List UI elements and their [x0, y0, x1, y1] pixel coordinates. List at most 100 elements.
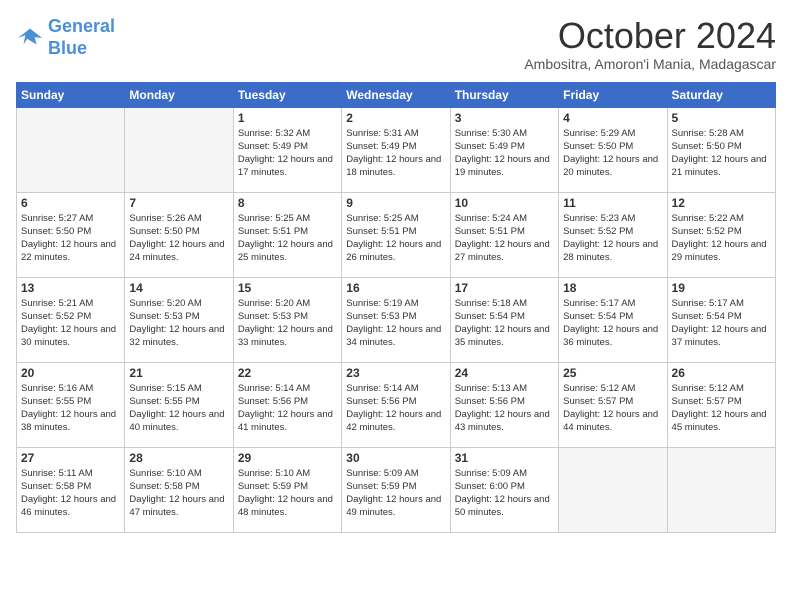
calendar-cell: 18 Sunrise: 5:17 AM Sunset: 5:54 PM Dayli… [559, 277, 667, 362]
calendar-cell: 24 Sunrise: 5:13 AM Sunset: 5:56 PM Dayli… [450, 362, 558, 447]
calendar-cell: 10Sunrise: 5:24 AM Sunset: 5:51 PM Dayli… [450, 192, 558, 277]
day-info: Sunrise: 5:23 AM Sunset: 5:52 PM Dayligh… [563, 212, 662, 265]
day-number: 18 [563, 281, 662, 295]
day-number: 25 [563, 366, 662, 380]
day-number: 24 [455, 366, 554, 380]
day-info: Sunrise: 5:26 AM Sunset: 5:50 PM Dayligh… [129, 212, 228, 265]
logo-text: General Blue [48, 16, 115, 59]
calendar-cell: 16 Sunrise: 5:19 AM Sunset: 5:53 PM Dayli… [342, 277, 450, 362]
calendar-cell: 19 Sunrise: 5:17 AM Sunset: 5:54 PM Dayli… [667, 277, 775, 362]
calendar-header-wednesday: Wednesday [342, 82, 450, 107]
calendar-cell [559, 447, 667, 532]
day-info: Sunrise: 5:21 AM Sunset: 5:52 PM Dayligh… [21, 297, 120, 350]
day-info: Sunrise: 5:12 AM Sunset: 5:57 PM Dayligh… [672, 382, 771, 435]
day-info: Sunrise: 5:14 AM Sunset: 5:56 PM Dayligh… [346, 382, 445, 435]
calendar-cell: 9 Sunrise: 5:25 AM Sunset: 5:51 PM Daylig… [342, 192, 450, 277]
calendar-cell: 17Sunrise: 5:18 AM Sunset: 5:54 PM Dayli… [450, 277, 558, 362]
day-number: 16 [346, 281, 445, 295]
day-info: Sunrise: 5:25 AM Sunset: 5:51 PM Dayligh… [238, 212, 337, 265]
calendar-cell: 15Sunrise: 5:20 AM Sunset: 5:53 PM Dayli… [233, 277, 341, 362]
calendar-cell: 30 Sunrise: 5:09 AM Sunset: 5:59 PM Dayli… [342, 447, 450, 532]
calendar-header-thursday: Thursday [450, 82, 558, 107]
calendar-cell: 1Sunrise: 5:32 AM Sunset: 5:49 PM Daylig… [233, 107, 341, 192]
week-row-5: 27 Sunrise: 5:11 AM Sunset: 5:58 PM Dayli… [17, 447, 776, 532]
day-info: Sunrise: 5:17 AM Sunset: 5:54 PM Dayligh… [563, 297, 662, 350]
day-number: 14 [129, 281, 228, 295]
day-number: 31 [455, 451, 554, 465]
calendar-cell: 22 Sunrise: 5:14 AM Sunset: 5:56 PM Dayli… [233, 362, 341, 447]
day-info: Sunrise: 5:24 AM Sunset: 5:51 PM Dayligh… [455, 212, 554, 265]
location-subtitle: Ambositra, Amoron'i Mania, Madagascar [524, 56, 776, 72]
calendar-cell: 29 Sunrise: 5:10 AM Sunset: 5:59 PM Dayli… [233, 447, 341, 532]
day-number: 3 [455, 111, 554, 125]
week-row-1: 1Sunrise: 5:32 AM Sunset: 5:49 PM Daylig… [17, 107, 776, 192]
day-number: 11 [563, 196, 662, 210]
day-number: 28 [129, 451, 228, 465]
week-row-3: 13 Sunrise: 5:21 AM Sunset: 5:52 PM Dayli… [17, 277, 776, 362]
day-number: 9 [346, 196, 445, 210]
day-number: 8 [238, 196, 337, 210]
day-number: 12 [672, 196, 771, 210]
day-number: 19 [672, 281, 771, 295]
day-number: 23 [346, 366, 445, 380]
title-block: October 2024 Ambositra, Amoron'i Mania, … [524, 16, 776, 72]
calendar-cell: 6 Sunrise: 5:27 AM Sunset: 5:50 PM Daylig… [17, 192, 125, 277]
calendar-cell: 11 Sunrise: 5:23 AM Sunset: 5:52 PM Dayli… [559, 192, 667, 277]
calendar-cell: 26 Sunrise: 5:12 AM Sunset: 5:57 PM Dayli… [667, 362, 775, 447]
calendar-cell: 7 Sunrise: 5:26 AM Sunset: 5:50 PM Daylig… [125, 192, 233, 277]
calendar-cell: 5Sunrise: 5:28 AM Sunset: 5:50 PM Daylig… [667, 107, 775, 192]
calendar-cell: 31Sunrise: 5:09 AM Sunset: 6:00 PM Dayli… [450, 447, 558, 532]
calendar-cell: 23 Sunrise: 5:14 AM Sunset: 5:56 PM Dayli… [342, 362, 450, 447]
month-title: October 2024 [524, 16, 776, 56]
calendar-cell: 2Sunrise: 5:31 AM Sunset: 5:49 PM Daylig… [342, 107, 450, 192]
day-info: Sunrise: 5:16 AM Sunset: 5:55 PM Dayligh… [21, 382, 120, 435]
calendar-cell: 8 Sunrise: 5:25 AM Sunset: 5:51 PM Daylig… [233, 192, 341, 277]
day-number: 21 [129, 366, 228, 380]
day-info: Sunrise: 5:17 AM Sunset: 5:54 PM Dayligh… [672, 297, 771, 350]
day-number: 4 [563, 111, 662, 125]
calendar-cell: 14 Sunrise: 5:20 AM Sunset: 5:53 PM Dayli… [125, 277, 233, 362]
day-number: 5 [672, 111, 771, 125]
day-info: Sunrise: 5:10 AM Sunset: 5:59 PM Dayligh… [238, 467, 337, 520]
day-number: 22 [238, 366, 337, 380]
day-number: 6 [21, 196, 120, 210]
day-number: 26 [672, 366, 771, 380]
calendar-cell: 12 Sunrise: 5:22 AM Sunset: 5:52 PM Dayli… [667, 192, 775, 277]
day-number: 17 [455, 281, 554, 295]
day-number: 27 [21, 451, 120, 465]
day-info: Sunrise: 5:20 AM Sunset: 5:53 PM Dayligh… [129, 297, 228, 350]
calendar-header-saturday: Saturday [667, 82, 775, 107]
day-info: Sunrise: 5:15 AM Sunset: 5:55 PM Dayligh… [129, 382, 228, 435]
day-number: 20 [21, 366, 120, 380]
calendar-header-monday: Monday [125, 82, 233, 107]
day-info: Sunrise: 5:25 AM Sunset: 5:51 PM Dayligh… [346, 212, 445, 265]
calendar-header-tuesday: Tuesday [233, 82, 341, 107]
day-info: Sunrise: 5:11 AM Sunset: 5:58 PM Dayligh… [21, 467, 120, 520]
week-row-4: 20 Sunrise: 5:16 AM Sunset: 5:55 PM Dayli… [17, 362, 776, 447]
day-info: Sunrise: 5:19 AM Sunset: 5:53 PM Dayligh… [346, 297, 445, 350]
calendar-cell: 27 Sunrise: 5:11 AM Sunset: 5:58 PM Dayli… [17, 447, 125, 532]
day-info: Sunrise: 5:14 AM Sunset: 5:56 PM Dayligh… [238, 382, 337, 435]
day-info: Sunrise: 5:27 AM Sunset: 5:50 PM Dayligh… [21, 212, 120, 265]
calendar-header-friday: Friday [559, 82, 667, 107]
calendar-table: SundayMondayTuesdayWednesdayThursdayFrid… [16, 82, 776, 533]
day-info: Sunrise: 5:30 AM Sunset: 5:49 PM Dayligh… [455, 127, 554, 180]
calendar-header-row: SundayMondayTuesdayWednesdayThursdayFrid… [17, 82, 776, 107]
calendar-cell [17, 107, 125, 192]
calendar-cell: 20 Sunrise: 5:16 AM Sunset: 5:55 PM Dayli… [17, 362, 125, 447]
calendar-cell: 21 Sunrise: 5:15 AM Sunset: 5:55 PM Dayli… [125, 362, 233, 447]
day-info: Sunrise: 5:22 AM Sunset: 5:52 PM Dayligh… [672, 212, 771, 265]
day-info: Sunrise: 5:32 AM Sunset: 5:49 PM Dayligh… [238, 127, 337, 180]
calendar-cell: 25 Sunrise: 5:12 AM Sunset: 5:57 PM Dayli… [559, 362, 667, 447]
day-info: Sunrise: 5:13 AM Sunset: 5:56 PM Dayligh… [455, 382, 554, 435]
calendar-header-sunday: Sunday [17, 82, 125, 107]
calendar-cell [125, 107, 233, 192]
day-number: 30 [346, 451, 445, 465]
day-number: 13 [21, 281, 120, 295]
day-number: 7 [129, 196, 228, 210]
day-number: 29 [238, 451, 337, 465]
day-info: Sunrise: 5:12 AM Sunset: 5:57 PM Dayligh… [563, 382, 662, 435]
logo: General Blue [16, 16, 115, 59]
day-info: Sunrise: 5:09 AM Sunset: 5:59 PM Dayligh… [346, 467, 445, 520]
day-info: Sunrise: 5:20 AM Sunset: 5:53 PM Dayligh… [238, 297, 337, 350]
